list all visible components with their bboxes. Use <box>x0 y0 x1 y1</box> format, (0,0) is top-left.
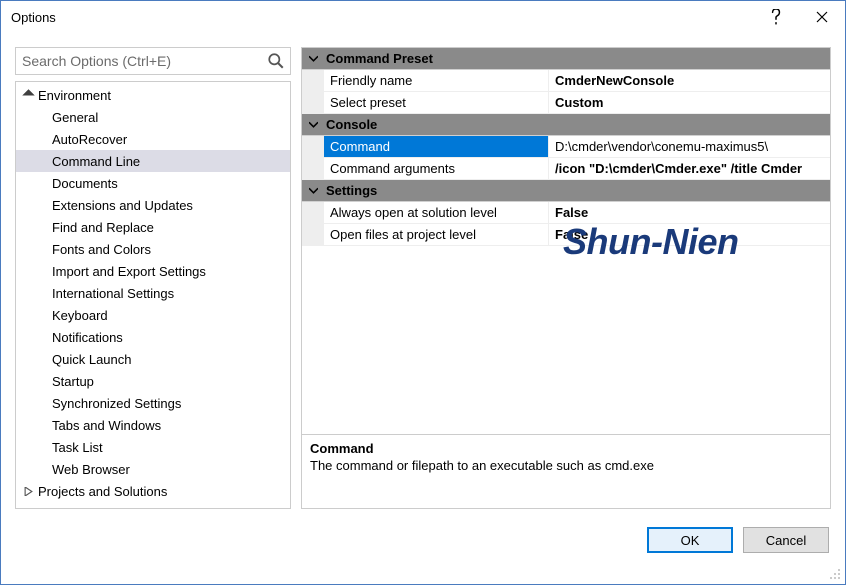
row-indent <box>302 70 324 91</box>
tree-item-label: Fonts and Colors <box>52 242 151 257</box>
row-indent <box>302 92 324 113</box>
tree-item[interactable]: Command Line <box>16 150 290 172</box>
tree-item[interactable]: Web Browser <box>16 458 290 480</box>
description-text: The command or filepath to an executable… <box>310 458 822 473</box>
tree-item[interactable]: Quick Launch <box>16 348 290 370</box>
tree-item[interactable]: Find and Replace <box>16 216 290 238</box>
options-tree[interactable]: Environment General AutoRecover Command Lin… <box>15 81 291 509</box>
chevron-down-icon[interactable] <box>302 186 324 195</box>
tree-item-label: Find and Replace <box>52 220 154 235</box>
row-indent <box>302 136 324 157</box>
row-indent <box>302 158 324 179</box>
tree-item[interactable]: Startup <box>16 370 290 392</box>
tree-item-label: Environment <box>38 88 111 103</box>
tree-item[interactable]: General <box>16 106 290 128</box>
resize-grip-icon[interactable] <box>829 568 841 580</box>
grid-row[interactable]: Command arguments/icon "D:\cmder\Cmder.e… <box>302 158 830 180</box>
row-indent <box>302 224 324 245</box>
tree-item-label: Web Browser <box>52 462 130 477</box>
property-name: Command <box>324 136 549 157</box>
tree-item-label: Notifications <box>52 330 123 345</box>
dialog-footer: OK Cancel <box>1 509 845 571</box>
tree-item[interactable]: Projects and Solutions <box>16 480 290 502</box>
tree-item[interactable]: AutoRecover <box>16 128 290 150</box>
tree-item-label: Documents <box>52 176 118 191</box>
grid-category-header[interactable]: Settings <box>302 180 830 202</box>
cancel-button[interactable]: Cancel <box>743 527 829 553</box>
grid-category-label: Console <box>324 117 377 132</box>
chevron-down-icon[interactable] <box>302 120 324 129</box>
tree-item-label: General <box>52 110 98 125</box>
search-icon <box>267 52 285 70</box>
close-button[interactable] <box>799 1 845 33</box>
tree-item-label: Task List <box>52 440 103 455</box>
grid-category-label: Command Preset <box>324 51 433 66</box>
property-name: Select preset <box>324 92 549 113</box>
chevron-down-icon[interactable] <box>24 88 36 103</box>
property-value[interactable]: CmderNewConsole <box>549 70 830 91</box>
grid-row[interactable]: Select presetCustom <box>302 92 830 114</box>
tree-item-label: Tabs and Windows <box>52 418 161 433</box>
tree-item[interactable]: Fonts and Colors <box>16 238 290 260</box>
tree-item-label: Quick Launch <box>52 352 132 367</box>
tree-item[interactable]: Documents <box>16 172 290 194</box>
grid-category-label: Settings <box>324 183 377 198</box>
help-button[interactable] <box>753 1 799 33</box>
tree-item-label: International Settings <box>52 286 174 301</box>
property-name: Friendly name <box>324 70 549 91</box>
property-value[interactable]: False <box>549 202 830 223</box>
tree-item-label: Startup <box>52 374 94 389</box>
grid-row[interactable]: Open files at project levelFalse <box>302 224 830 246</box>
description-pane: Command The command or filepath to an ex… <box>302 434 830 508</box>
description-title: Command <box>310 441 822 456</box>
property-value[interactable]: D:\cmder\vendor\conemu-maximus5\ <box>549 136 830 157</box>
tree-item[interactable]: Environment <box>16 84 290 106</box>
tree-item[interactable]: Synchronized Settings <box>16 392 290 414</box>
row-indent <box>302 202 324 223</box>
titlebar: Options <box>1 1 845 33</box>
window-title: Options <box>11 10 753 25</box>
tree-item-label: Projects and Solutions <box>38 484 167 499</box>
property-name: Always open at solution level <box>324 202 549 223</box>
grid-category-header[interactable]: Command Preset <box>302 48 830 70</box>
grid-row[interactable]: Always open at solution levelFalse <box>302 202 830 224</box>
tree-item-label: Synchronized Settings <box>52 396 181 411</box>
property-value[interactable]: /icon "D:\cmder\Cmder.exe" /title Cmder <box>549 158 830 179</box>
property-grid[interactable]: Command Preset Friendly nameCmderNewConso… <box>302 48 830 434</box>
content-area: Environment General AutoRecover Command Lin… <box>1 33 845 509</box>
tree-item[interactable]: International Settings <box>16 282 290 304</box>
tree-item[interactable]: Tabs and Windows <box>16 414 290 436</box>
chevron-down-icon[interactable] <box>302 54 324 63</box>
tree-item[interactable]: Import and Export Settings <box>16 260 290 282</box>
tree-item[interactable]: Task List <box>16 436 290 458</box>
tree-item[interactable]: Notifications <box>16 326 290 348</box>
property-name: Open files at project level <box>324 224 549 245</box>
tree-item-label: Keyboard <box>52 308 108 323</box>
property-name: Command arguments <box>324 158 549 179</box>
property-value[interactable]: False <box>549 224 830 245</box>
search-input[interactable] <box>15 47 291 75</box>
tree-item-label: AutoRecover <box>52 132 127 147</box>
tree-item[interactable]: Keyboard <box>16 304 290 326</box>
tree-item-label: Extensions and Updates <box>52 198 193 213</box>
property-value[interactable]: Custom <box>549 92 830 113</box>
grid-row[interactable]: CommandD:\cmder\vendor\conemu-maximus5\ <box>302 136 830 158</box>
tree-item-label: Command Line <box>52 154 140 169</box>
ok-button[interactable]: OK <box>647 527 733 553</box>
tree-item[interactable]: Extensions and Updates <box>16 194 290 216</box>
chevron-right-icon[interactable] <box>24 484 36 499</box>
grid-category-header[interactable]: Console <box>302 114 830 136</box>
tree-item-label: Import and Export Settings <box>52 264 206 279</box>
grid-row[interactable]: Friendly nameCmderNewConsole <box>302 70 830 92</box>
